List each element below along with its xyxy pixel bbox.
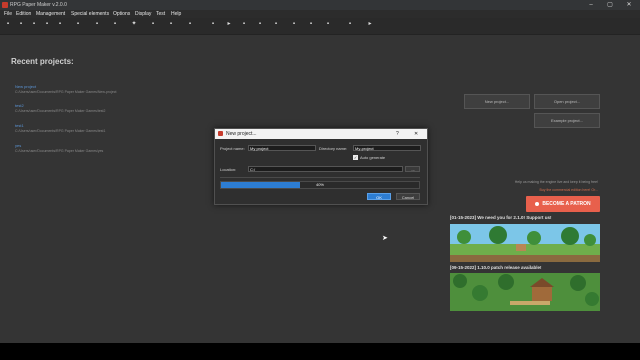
save-all-icon[interactable]: ▪: [44, 21, 50, 27]
news-image[interactable]: [450, 224, 600, 262]
news-image[interactable]: [450, 273, 600, 311]
pictures-icon[interactable]: ▪: [187, 21, 193, 27]
open-folder-icon[interactable]: ▪: [18, 21, 24, 27]
dialog-close-button[interactable]: ✕: [414, 129, 418, 139]
news-title: [09-15-2022] 1.10.0 patch release availa…: [450, 265, 542, 270]
directory-name-label: Directory name:: [319, 146, 348, 151]
menu-test[interactable]: Test: [156, 10, 165, 18]
objects-3d-icon[interactable]: ▪: [308, 21, 314, 27]
menu-help[interactable]: Help: [171, 10, 181, 18]
collisions-icon[interactable]: ▪: [112, 21, 118, 27]
mountains-icon[interactable]: ▪: [291, 21, 297, 27]
recent-projects-title: Recent projects:: [11, 57, 74, 66]
keyboard-icon[interactable]: ✦: [131, 21, 137, 27]
title-bar: RPG Paper Maker v.2.0.0 – ▢ ✕: [0, 0, 640, 10]
maximize-button[interactable]: ▢: [603, 0, 617, 10]
systems-icon[interactable]: ▪: [75, 21, 81, 27]
bottom-bar: [0, 343, 640, 360]
become-patron-button[interactable]: BECOME A PATRON: [526, 196, 600, 212]
progress-text: 40%: [315, 182, 324, 187]
menu-special-elements[interactable]: Special elements: [71, 10, 109, 18]
auto-generate-label: Auto generate: [360, 155, 386, 160]
recent-project-name[interactable]: yes: [15, 143, 21, 148]
menu-edition[interactable]: Edition: [16, 10, 31, 18]
languages-icon[interactable]: ▪: [168, 21, 174, 27]
menu-bar: File Edition Management Special elements…: [0, 10, 640, 18]
recent-project-path: C:/Users/user/Documents/RPG Paper Maker …: [15, 109, 106, 113]
menu-display[interactable]: Display: [135, 10, 151, 18]
dialog-divider: [220, 177, 420, 178]
new-project-button[interactable]: New project...: [464, 94, 530, 109]
become-patron-label: BECOME A PATRON: [542, 201, 591, 207]
view-icon[interactable]: ▪: [347, 21, 353, 27]
cancel-button[interactable]: Cancel: [396, 193, 420, 200]
recent-project-path: C:/Users/user/Documents/RPG Paper Maker …: [15, 90, 117, 94]
floors-icon[interactable]: ▪: [241, 21, 247, 27]
minimize-button[interactable]: –: [584, 0, 598, 10]
browse-button[interactable]: ...: [405, 166, 420, 172]
directory-name-field[interactable]: My-project: [353, 145, 421, 151]
buy-commercial-link[interactable]: Buy the commercial edition here! Or...: [470, 188, 598, 192]
menu-options[interactable]: Options: [113, 10, 130, 18]
progress-bar: 40%: [220, 181, 420, 189]
mouse-cursor-icon: ➤: [382, 235, 388, 242]
videos-icon[interactable]: ▪: [210, 21, 216, 27]
close-window-button[interactable]: ✕: [622, 0, 636, 10]
toolbar: ▪ ▪ ▪ ▪ ▪ ▪ ▪ ▪ ✦ ▪ ▪ ▪ ▪ ▸ ▪ ▪ ▪ ▪ ▪ ▪ …: [0, 18, 640, 35]
auto-generate-checkbox[interactable]: ✓: [353, 155, 358, 160]
app-logo-icon: [2, 2, 8, 8]
support-text: Help us making the engine live and keep …: [514, 180, 598, 184]
recent-project-name[interactable]: test1: [15, 123, 24, 128]
events-icon[interactable]: ▪: [325, 21, 331, 27]
autotiles-icon[interactable]: ▪: [257, 21, 263, 27]
recent-project-name[interactable]: New project: [15, 84, 36, 89]
variables-icon[interactable]: ▪: [94, 21, 100, 27]
dialog-help-button[interactable]: ?: [396, 129, 399, 139]
open-project-button[interactable]: Open project...: [534, 94, 600, 109]
scripts-icon[interactable]: ▪: [150, 21, 156, 27]
location-label: Location:: [220, 167, 237, 172]
window-title: RPG Paper Maker v.2.0.0: [10, 2, 67, 8]
project-name-label: Project name:: [220, 146, 245, 151]
example-project-button[interactable]: Example project...: [534, 113, 600, 128]
dialog-title-bar: New project... ? ✕: [215, 129, 427, 139]
patreon-icon: [535, 201, 540, 206]
test-play-icon[interactable]: ▸: [367, 21, 373, 27]
menu-file[interactable]: File: [4, 10, 12, 18]
walls-icon[interactable]: ▪: [273, 21, 279, 27]
recent-project-path: C:/Users/user/Documents/RPG Paper Maker …: [15, 149, 104, 153]
dialog-title: New project...: [226, 131, 257, 137]
news-title: [01-15-2023] We need you for 2.1.0! Supp…: [450, 215, 552, 220]
project-name-field[interactable]: My project: [248, 145, 316, 151]
recent-project-name[interactable]: test2: [15, 103, 24, 108]
new-project-dialog: New project... ? ✕ Project name: My proj…: [214, 128, 428, 205]
new-file-icon[interactable]: ▪: [5, 21, 11, 27]
save-icon[interactable]: ▪: [31, 21, 37, 27]
app-logo-icon: [218, 131, 223, 136]
ok-button[interactable]: OK: [367, 193, 391, 200]
menu-management[interactable]: Management: [36, 10, 65, 18]
location-field[interactable]: C:/: [248, 166, 403, 172]
recent-project-path: C:/Users/user/Documents/RPG Paper Maker …: [15, 129, 106, 133]
play-icon[interactable]: ▸: [226, 21, 232, 27]
datas-icon[interactable]: ▪: [57, 21, 63, 27]
